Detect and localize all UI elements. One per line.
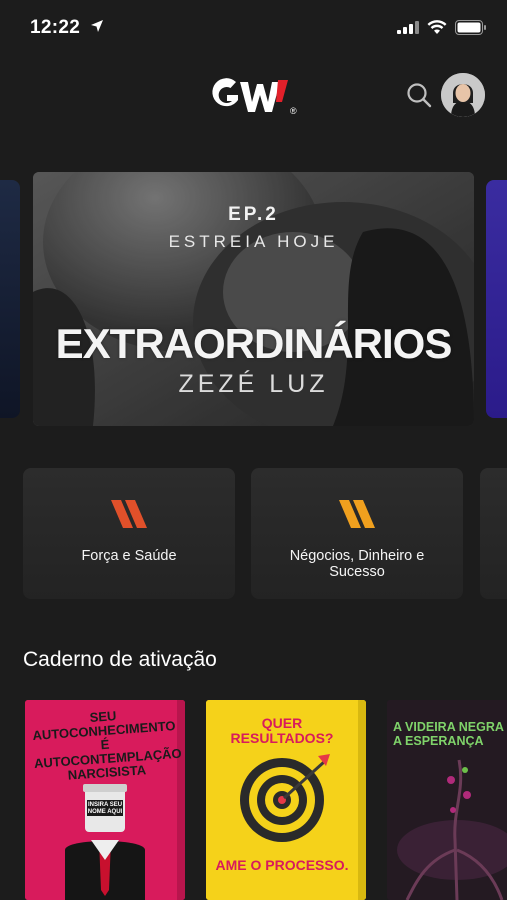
- section-title: Caderno de ativação: [23, 648, 217, 671]
- book-list: SEU AUTOCONHECIMENTO É AUTOCONTEMPLAÇÃO …: [0, 700, 507, 900]
- registered-mark: ®: [290, 106, 297, 116]
- banner-episode: EP.2: [228, 204, 279, 225]
- battery-icon: [455, 20, 486, 35]
- status-bar: 12:22: [0, 0, 507, 56]
- category-label: Força e Saúde: [81, 548, 177, 564]
- banner-subtitle: ESTREIA HOJE: [168, 232, 339, 251]
- wifi-icon: [427, 20, 447, 34]
- book-jar-label: INSIRA SEU NOME AQUI: [87, 802, 123, 815]
- avatar-portrait-icon: [441, 73, 485, 117]
- category-list: Força e Saúde Négocios, Dinheiro e Suces…: [0, 468, 507, 599]
- search-icon[interactable]: [404, 80, 434, 110]
- book-title: SEU AUTOCONHECIMENTO É AUTOCONTEMPLAÇÃO …: [32, 708, 183, 783]
- book-card[interactable]: QUER RESULTADOS? AME O PROCESSO.: [206, 700, 366, 900]
- user-avatar[interactable]: [441, 73, 485, 117]
- book-card[interactable]: A VIDEIRA NEGRA E A ESPERANÇA: [387, 700, 507, 900]
- category-label: Négocios, Dinheiro e Sucesso: [289, 548, 425, 580]
- featured-banner[interactable]: EP.2 ESTREIA HOJE EXTRAORDINÁRIOS ZEZÉ L…: [33, 172, 474, 426]
- app-header: ®: [0, 60, 507, 132]
- location-arrow-icon: [91, 20, 103, 32]
- category-card-negocios[interactable]: Négocios, Dinheiro e Sucesso: [251, 468, 463, 599]
- banner-author: ZEZÉ LUZ: [178, 370, 329, 398]
- status-time: 12:22: [30, 17, 81, 38]
- featured-carousel[interactable]: EP.2 ESTREIA HOJE EXTRAORDINÁRIOS ZEZÉ L…: [0, 172, 507, 426]
- book-card[interactable]: SEU AUTOCONHECIMENTO É AUTOCONTEMPLAÇÃO …: [25, 700, 185, 900]
- book-title-top: QUER RESULTADOS?: [230, 715, 334, 746]
- signal-icon: [397, 21, 419, 34]
- carousel-card-previous[interactable]: [0, 180, 20, 418]
- category-stripes-icon: [111, 500, 147, 528]
- book-title-bottom: AME O PROCESSO.: [215, 857, 349, 873]
- carousel-card-next[interactable]: [486, 180, 507, 418]
- banner-title: EXTRAORDINÁRIOS: [55, 320, 453, 367]
- book-title: A VIDEIRA NEGRA E A ESPERANÇA: [393, 720, 507, 748]
- category-card-forca-saude[interactable]: Força e Saúde: [23, 468, 235, 599]
- status-indicators: [397, 20, 487, 35]
- category-stripes-icon: [339, 500, 375, 528]
- gw-logo[interactable]: ®: [206, 70, 306, 122]
- category-card-partial[interactable]: [480, 468, 507, 599]
